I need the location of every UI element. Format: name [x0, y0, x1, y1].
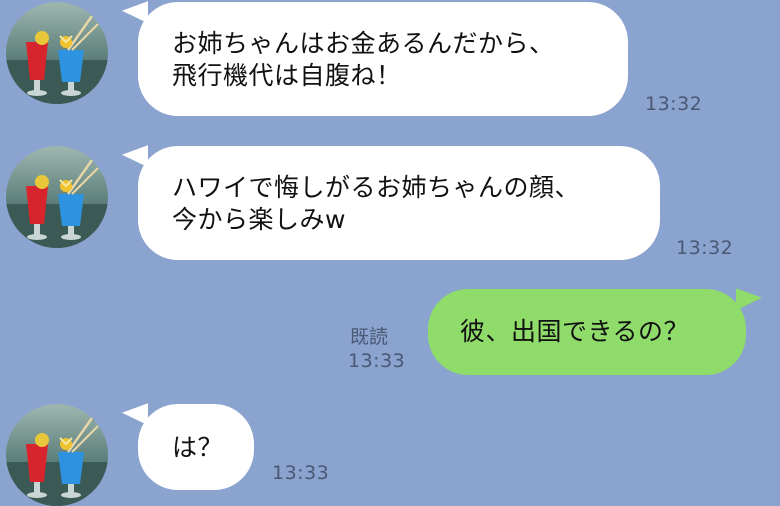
cocktail-avatar-icon — [6, 2, 108, 104]
message-timestamp: 13:32 — [676, 237, 734, 259]
message-timestamp: 13:32 — [645, 93, 703, 115]
cocktail-avatar-icon — [6, 146, 108, 248]
message-bubble-incoming[interactable]: ハワイで悔しがるお姉ちゃんの顔、 今から楽しみw — [138, 146, 660, 260]
avatar[interactable] — [6, 404, 108, 506]
message-timestamp: 13:33 — [272, 462, 330, 484]
avatar[interactable] — [6, 146, 108, 248]
chat-screen: { "messages": [ { "sender": "friend", "t… — [0, 0, 780, 480]
message-bubble-incoming[interactable]: は？ — [138, 404, 254, 490]
cocktail-avatar-icon — [6, 404, 108, 506]
avatar[interactable] — [6, 2, 108, 104]
message-bubble-incoming[interactable]: お姉ちゃんはお金あるんだから、 飛行機代は自腹ね！ — [138, 2, 628, 116]
message-timestamp: 13:33 — [348, 350, 406, 372]
message-bubble-outgoing[interactable]: 彼、出国できるの？ — [428, 289, 746, 375]
read-receipt: 既読 — [350, 326, 389, 348]
